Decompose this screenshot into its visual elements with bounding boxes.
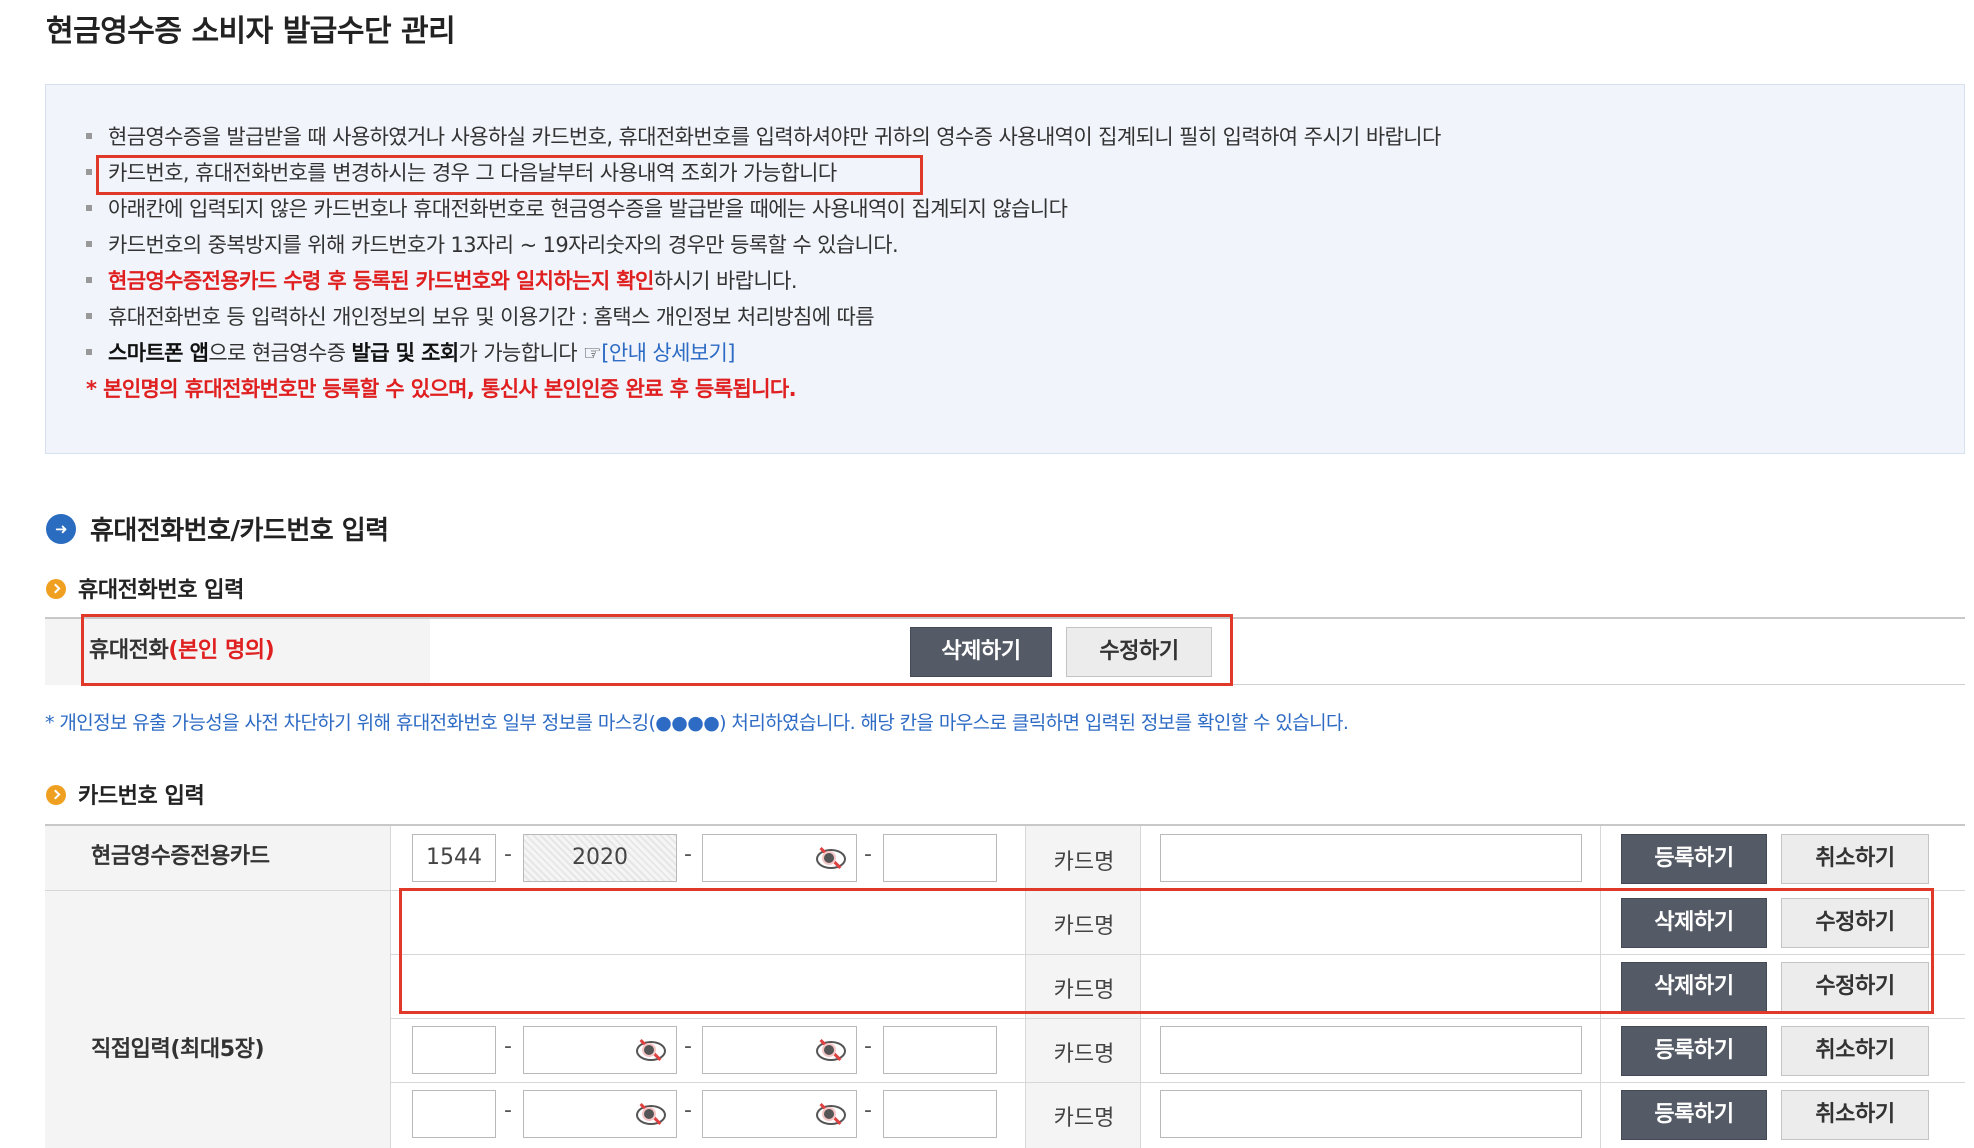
chevron-circle-icon: [46, 579, 66, 599]
dedicated-card-name-input[interactable]: [1160, 834, 1582, 882]
notice-line-3: 아래칸에 입력되지 않은 카드번호나 휴대전화번호로 현금영수증을 발급받을 때…: [86, 193, 1068, 223]
new-card-1-part4[interactable]: [883, 1026, 997, 1074]
card-name-label-4: 카드명: [1053, 1042, 1115, 1067]
eye-slash-icon[interactable]: [815, 847, 846, 869]
dash: -: [504, 1034, 512, 1059]
dash: -: [684, 1098, 692, 1123]
dedicated-card-part3[interactable]: [702, 834, 857, 882]
card-name-label-1: 카드명: [1053, 850, 1115, 875]
privacy-note: * 개인정보 유출 가능성을 사전 차단하기 위해 휴대전화번호 일부 정보를 …: [45, 712, 1349, 734]
highlight-box-phone: [81, 614, 1233, 686]
dedicated-card-part1[interactable]: 1544: [412, 834, 496, 882]
new-card-2-cancel-button[interactable]: 취소하기: [1781, 1090, 1929, 1140]
dash: -: [684, 1034, 692, 1059]
highlight-box-notice: [96, 155, 923, 195]
section-title: 휴대전화번호/카드번호 입력: [46, 510, 389, 547]
card-subtitle: 카드번호 입력: [46, 778, 205, 810]
new-card-2-part2[interactable]: [523, 1090, 677, 1138]
dedicated-cancel-button[interactable]: 취소하기: [1781, 834, 1929, 884]
new-card-1-register-button[interactable]: 등록하기: [1621, 1026, 1767, 1076]
new-card-1-name-input[interactable]: [1160, 1026, 1582, 1074]
dedicated-register-button[interactable]: 등록하기: [1621, 834, 1767, 884]
notice-line-5-red: 현금영수증전용카드 수령 후 등록된 카드번호와 일치하는지 확인: [108, 269, 654, 293]
new-card-1-part2[interactable]: [523, 1026, 677, 1074]
eye-slash-icon[interactable]: [815, 1039, 846, 1061]
arrow-circle-icon: [46, 513, 76, 544]
new-card-1-part3[interactable]: [702, 1026, 857, 1074]
notice-line-4: 카드번호의 중복방지를 위해 카드번호가 13자리 ~ 19자리숫자의 경우만 …: [86, 229, 899, 259]
new-card-2-part4[interactable]: [883, 1090, 997, 1138]
direct-input-label: 직접입력(최대5장): [45, 890, 391, 1148]
notice-line-7: 스마트폰 앱으로 현금영수증 발급 및 조회가 가능합니다 ☞[안내 상세보기]: [86, 337, 735, 367]
eye-slash-icon[interactable]: [635, 1039, 666, 1061]
new-card-1-part1[interactable]: [412, 1026, 496, 1074]
dedicated-card-part4[interactable]: [883, 834, 997, 882]
chevron-circle-icon: [46, 785, 66, 805]
dash: -: [504, 842, 512, 867]
highlight-box-registered-cards: [399, 888, 1934, 1014]
page-title: 현금영수증 소비자 발급수단 관리: [46, 14, 456, 49]
notice-star-line: * 본인명의 휴대전화번호만 등록할 수 있으며, 통신사 본인인증 완료 후 …: [86, 377, 797, 401]
phone-subtitle: 휴대전화번호 입력: [46, 572, 244, 604]
new-card-1-cancel-button[interactable]: 취소하기: [1781, 1026, 1929, 1076]
notice-box: 현금영수증을 발급받을 때 사용하였거나 사용하실 카드번호, 휴대전화번호를 …: [45, 84, 1965, 454]
dash: -: [684, 842, 692, 867]
new-card-2-part3[interactable]: [702, 1090, 857, 1138]
row-divider: [391, 1018, 1965, 1019]
dedicated-card-label: 현금영수증전용카드: [45, 826, 391, 890]
new-card-2-part1[interactable]: [412, 1090, 496, 1138]
dash: -: [864, 1098, 872, 1123]
notice-line-6: 휴대전화번호 등 입력하신 개인정보의 보유 및 이용기간 : 홈택스 개인정보…: [86, 301, 875, 331]
notice-line-1: 현금영수증을 발급받을 때 사용하였거나 사용하실 카드번호, 휴대전화번호를 …: [86, 121, 1441, 151]
eye-slash-icon[interactable]: [815, 1103, 846, 1125]
eye-slash-icon[interactable]: [635, 1103, 666, 1125]
notice-line-5: 현금영수증전용카드 수령 후 등록된 카드번호와 일치하는지 확인하시기 바랍니…: [86, 265, 798, 295]
new-card-2-name-input[interactable]: [1160, 1090, 1582, 1138]
dash: -: [864, 1034, 872, 1059]
row-divider: [391, 1082, 1965, 1083]
card-name-label-5: 카드명: [1053, 1106, 1115, 1131]
dash: -: [864, 842, 872, 867]
dash: -: [504, 1098, 512, 1123]
new-card-2-register-button[interactable]: 등록하기: [1621, 1090, 1767, 1140]
guide-detail-link[interactable]: [안내 상세보기]: [601, 341, 735, 365]
dedicated-card-part2[interactable]: 2020: [523, 834, 677, 882]
